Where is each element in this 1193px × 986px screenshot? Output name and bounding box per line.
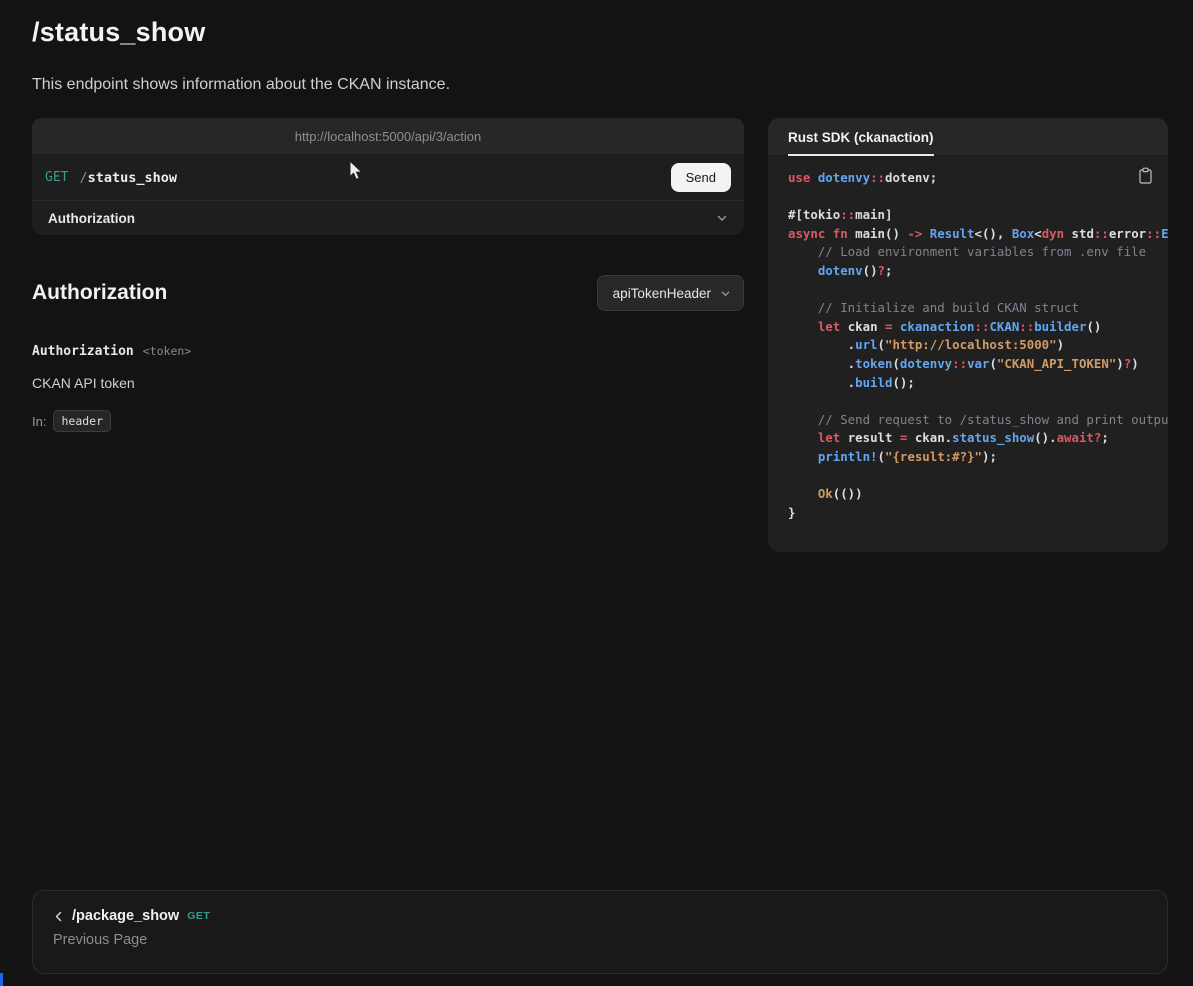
page-title: /status_show bbox=[32, 17, 205, 48]
previous-page-link: /package_show GET bbox=[53, 908, 1147, 924]
path-name: status_show bbox=[88, 170, 177, 186]
request-path: /status_show bbox=[79, 170, 177, 186]
base-url: http://localhost:5000/api/3/action bbox=[32, 118, 744, 155]
code-body: use dotenvy::dotenv; #[tokio::main]async… bbox=[768, 156, 1168, 552]
auth-scheme-select[interactable]: apiTokenHeader bbox=[597, 275, 744, 311]
param-type: <token> bbox=[143, 344, 191, 358]
code-tab-strip: Rust SDK (ckanaction) bbox=[768, 118, 1168, 156]
previous-page-path: /package_show bbox=[72, 908, 179, 924]
request-row: GET /status_show Send bbox=[32, 155, 744, 200]
param-name: Authorization bbox=[32, 344, 134, 359]
authorization-header: Authorization apiTokenHeader bbox=[32, 275, 744, 311]
previous-page-label: Previous Page bbox=[53, 932, 1147, 948]
param-location-row: In: header bbox=[32, 410, 744, 432]
api-reference-page: /status_show This endpoint shows informa… bbox=[0, 0, 1193, 986]
copy-icon[interactable] bbox=[1136, 165, 1155, 189]
request-card: http://localhost:5000/api/3/action GET /… bbox=[32, 118, 744, 235]
main-content: http://localhost:5000/api/3/action GET /… bbox=[32, 118, 1168, 552]
chevron-down-icon bbox=[720, 288, 731, 299]
in-label: In: bbox=[32, 414, 46, 429]
auth-collapse-label: Authorization bbox=[48, 211, 135, 226]
previous-page-card[interactable]: /package_show GET Previous Page bbox=[32, 890, 1168, 974]
path-slash: / bbox=[79, 170, 87, 186]
auth-collapse-row[interactable]: Authorization bbox=[32, 200, 744, 235]
chevron-left-icon bbox=[53, 910, 64, 923]
auth-param-row: Authorization <token> bbox=[32, 344, 744, 359]
param-description: CKAN API token bbox=[32, 375, 744, 391]
code-sample: use dotenvy::dotenv; #[tokio::main]async… bbox=[788, 169, 1168, 522]
send-button[interactable]: Send bbox=[671, 163, 731, 192]
previous-page-method: GET bbox=[187, 910, 210, 922]
page-description: This endpoint shows information about th… bbox=[32, 76, 450, 94]
auth-scheme-value: apiTokenHeader bbox=[613, 286, 711, 301]
tab-rust-sdk[interactable]: Rust SDK (ckanaction) bbox=[788, 118, 934, 156]
in-value-badge: header bbox=[53, 410, 111, 432]
left-column: http://localhost:5000/api/3/action GET /… bbox=[32, 118, 744, 552]
chevron-down-icon bbox=[716, 212, 728, 224]
http-method-badge: GET bbox=[45, 170, 68, 185]
authorization-heading: Authorization bbox=[32, 281, 167, 305]
code-panel: Rust SDK (ckanaction) use dotenvy::doten… bbox=[768, 118, 1168, 552]
scroll-indicator bbox=[0, 973, 3, 986]
